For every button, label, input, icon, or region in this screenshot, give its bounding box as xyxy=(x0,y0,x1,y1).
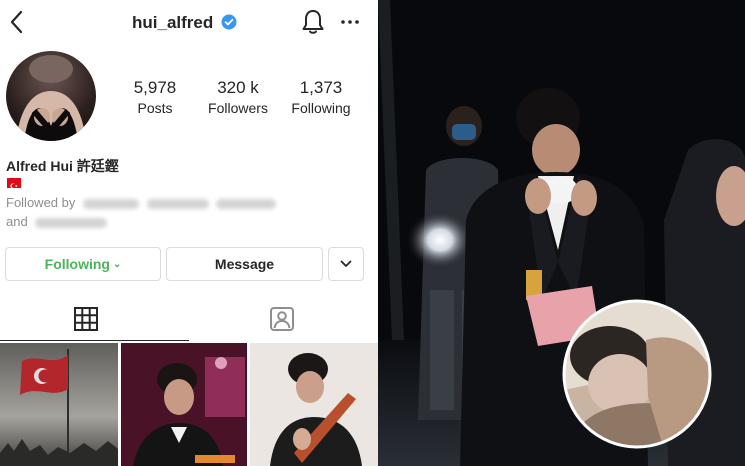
blurred-name xyxy=(83,198,139,209)
event-photo xyxy=(378,0,745,466)
blurred-others-count xyxy=(35,217,108,228)
followed-others-line[interactable]: and xyxy=(6,214,108,229)
followed-by-line[interactable]: Followed by xyxy=(6,195,277,210)
posts-count: 5,978 xyxy=(133,78,177,97)
following-button-label: Following xyxy=(44,256,110,272)
more-dots-icon[interactable] xyxy=(340,18,360,26)
tab-tagged[interactable] xyxy=(262,299,302,339)
stat-followers[interactable]: 320 k Followers xyxy=(193,78,283,116)
post-thumbnail-portrait[interactable] xyxy=(250,343,378,466)
tab-posts-grid[interactable] xyxy=(66,299,106,339)
profile-username: hui_alfred xyxy=(132,13,214,32)
chevron-left-icon[interactable] xyxy=(6,8,30,36)
following-count: 1,373 xyxy=(299,78,343,97)
active-tab-indicator xyxy=(0,340,189,341)
stat-following[interactable]: 1,373 Following xyxy=(276,78,366,116)
followed-and-label: and xyxy=(6,214,28,229)
message-button[interactable]: Message xyxy=(166,247,323,281)
profile-full-name: Alfred Hui 許廷鏗 xyxy=(6,158,119,174)
stat-posts[interactable]: 5,978 Posts xyxy=(110,78,200,116)
blurred-name xyxy=(216,198,277,209)
turkey-flag-icon xyxy=(7,178,21,189)
post-thumbnail-flag[interactable] xyxy=(0,343,118,466)
suggested-accounts-button[interactable] xyxy=(328,247,364,281)
message-button-label: Message xyxy=(214,256,275,272)
avatar-image xyxy=(16,55,86,141)
following-label: Following xyxy=(291,100,351,116)
blurred-name xyxy=(146,198,209,209)
grid-icon xyxy=(74,307,98,331)
followers-label: Followers xyxy=(208,100,268,116)
post-thumbnail-event[interactable] xyxy=(121,343,247,466)
event-photo-illustration xyxy=(378,0,745,466)
tagged-icon xyxy=(270,307,294,331)
top-bar: hui_alfred xyxy=(0,0,378,44)
chevron-down-icon xyxy=(340,260,352,267)
chevron-down-icon: ⌄ xyxy=(112,258,122,270)
following-button[interactable]: Following ⌄ xyxy=(5,247,161,281)
followed-by-label: Followed by xyxy=(6,195,76,210)
profile-avatar[interactable] xyxy=(6,51,96,141)
bell-icon[interactable] xyxy=(300,8,326,36)
posts-label: Posts xyxy=(137,100,173,116)
instagram-profile-screen: hui_alfred 5,978 Posts 320 k Followers 1… xyxy=(0,0,378,466)
verified-badge-icon xyxy=(221,14,237,30)
followers-count: 320 k xyxy=(217,78,259,97)
